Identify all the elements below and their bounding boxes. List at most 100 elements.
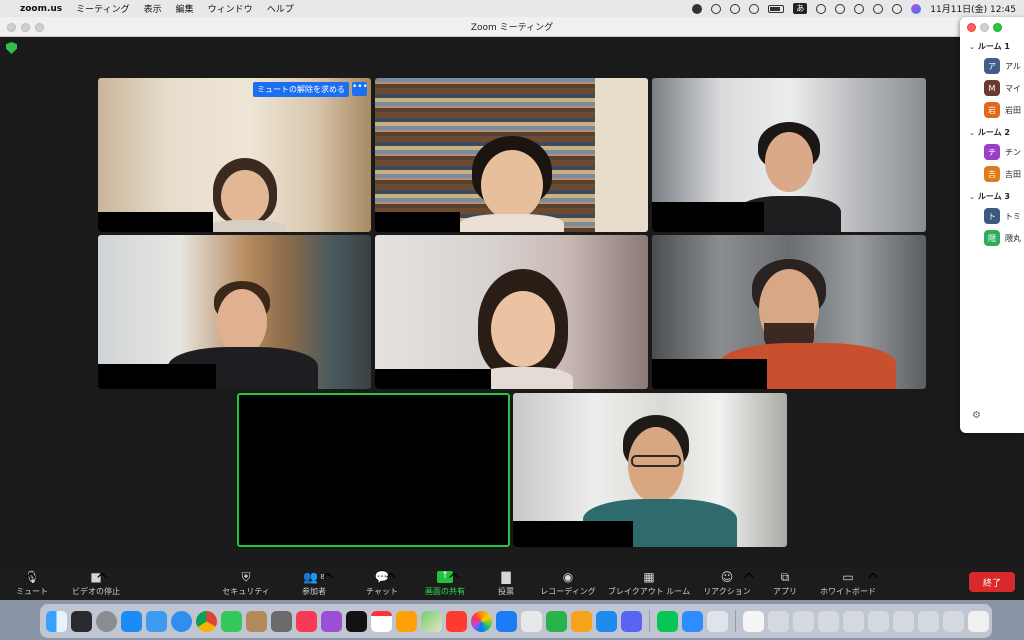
zoom-window-button[interactable] [35,23,44,32]
room-member[interactable]: ト トミ [984,208,1024,224]
record-button[interactable]: ◉ レコーディング [528,570,608,597]
question-icon[interactable] [768,610,789,632]
question-icon[interactable] [918,610,939,632]
question-icon[interactable] [793,610,814,632]
menu-window[interactable]: ウィンドウ [208,2,253,15]
window-titlebar: Zoom ミーティング [0,17,1024,37]
room-name: ルーム 3 [977,192,1010,201]
room-member[interactable]: 隈 隈丸 [984,230,1024,246]
mission-control-icon[interactable] [71,610,92,632]
room-member[interactable]: ア アル [984,58,1024,74]
video-tile-self-active[interactable] [237,393,510,547]
video-tile-4[interactable] [98,235,371,389]
wifi-icon[interactable] [816,3,827,14]
breakout-rooms-button[interactable]: ▦ ブレイクアウト ルーム [608,570,690,597]
question-icon[interactable] [893,610,914,632]
document-icon[interactable] [743,610,764,632]
panel-minimize-button[interactable] [980,23,989,32]
keynote-icon[interactable] [596,610,617,632]
safari-icon[interactable] [171,610,192,632]
menu-meeting[interactable]: ミーティング [76,2,129,15]
menu-edit[interactable]: 編集 [176,2,194,15]
bluetooth-icon[interactable] [730,3,741,14]
mail-icon[interactable] [146,610,167,632]
member-name: チン [1005,147,1021,157]
close-window-button[interactable] [7,23,16,32]
ask-to-unmute-button[interactable]: ミュートの解除を求める [253,82,349,97]
menu-help[interactable]: ヘルプ [267,2,294,15]
battery-icon[interactable] [768,4,785,13]
whiteboard-options-chevron-icon[interactable]: ^ [866,570,879,589]
pages-icon[interactable] [571,610,592,632]
podcasts-icon[interactable] [321,610,342,632]
siri-icon[interactable] [911,3,922,14]
menu-clock[interactable]: 11月11日(金) 12:45 [930,2,1016,15]
panel-close-button[interactable] [967,23,976,32]
room-header-3[interactable]: ⌄ ルーム 3 [969,191,1024,202]
room-header-1[interactable]: ⌄ ルーム 1 [969,41,1024,52]
chrome-icon[interactable] [196,610,217,632]
poll-chart-icon: ▇ [501,570,511,584]
tile-more-button[interactable]: ••• [352,82,368,96]
numbers-icon[interactable] [546,610,567,632]
room-member[interactable]: 吉 吉田 [984,166,1024,182]
downloads-stack-icon[interactable] [968,610,989,632]
video-tile-6[interactable] [652,235,926,389]
room-member[interactable]: M マイ [984,80,1024,96]
mute-options-chevron-icon[interactable]: ^ [24,570,37,589]
room-header-2[interactable]: ⌄ ルーム 2 [969,127,1024,138]
menu-app-name[interactable]: zoom.us [20,4,62,14]
question-icon[interactable] [943,610,964,632]
music-icon[interactable] [296,610,317,632]
time-machine-icon[interactable] [854,3,865,14]
screen-record-icon[interactable] [711,3,722,14]
name-label-redacted [98,212,213,232]
video-tile-2[interactable] [375,78,648,232]
photos-icon[interactable] [471,610,492,632]
panel-zoom-button[interactable] [993,23,1002,32]
apple-tv-icon[interactable] [346,610,367,632]
menu-view[interactable]: 表示 [144,2,162,15]
screenshot-icon[interactable] [707,610,728,632]
gear-icon[interactable]: ⚙ [972,411,982,421]
notes-app-icon[interactable] [246,610,267,632]
facetime-icon[interactable] [221,610,242,632]
question-icon[interactable] [843,610,864,632]
headphones-icon[interactable] [749,3,760,14]
zoom-status-icon[interactable] [692,3,703,14]
files-icon[interactable] [496,610,517,632]
books-icon[interactable] [396,610,417,632]
video-tile-8[interactable] [513,393,787,547]
photo-booth-icon[interactable] [271,610,292,632]
control-center-icon[interactable] [892,3,903,14]
participants-options-chevron-icon[interactable]: ^ [321,570,334,589]
chevron-down-icon: ⌄ [969,193,975,201]
calendar-icon[interactable] [371,610,392,632]
maps-icon[interactable] [421,610,442,632]
zoom-icon[interactable] [682,610,703,632]
system-preferences-icon[interactable] [96,610,117,632]
video-options-chevron-icon[interactable]: ^ [95,570,108,589]
room-member[interactable]: チ チン [984,144,1024,160]
discord-icon[interactable] [621,610,642,632]
video-tile-3[interactable] [652,78,926,232]
launchpad-icon[interactable] [521,610,542,632]
video-tile-1[interactable]: ミュートの解除を求める ••• [98,78,371,232]
shield-icon[interactable] [6,42,17,54]
user-icon[interactable] [835,3,846,14]
chat-options-chevron-icon[interactable]: ^ [384,570,397,589]
line-icon[interactable] [657,610,678,632]
app-store-icon[interactable] [121,610,142,632]
question-icon[interactable] [818,610,839,632]
question-icon[interactable] [868,610,889,632]
room-member[interactable]: 岩 岩田 [984,102,1024,118]
finder-icon[interactable] [46,610,67,632]
video-tile-5[interactable] [375,235,648,389]
share-options-chevron-icon[interactable]: ^ [447,570,460,589]
news-icon[interactable] [446,610,467,632]
input-method-icon[interactable]: あ [793,3,808,14]
participant-glasses [631,455,681,467]
minimize-window-button[interactable] [21,23,30,32]
end-meeting-button[interactable]: 終了 [969,572,1015,592]
search-icon[interactable] [873,3,884,14]
